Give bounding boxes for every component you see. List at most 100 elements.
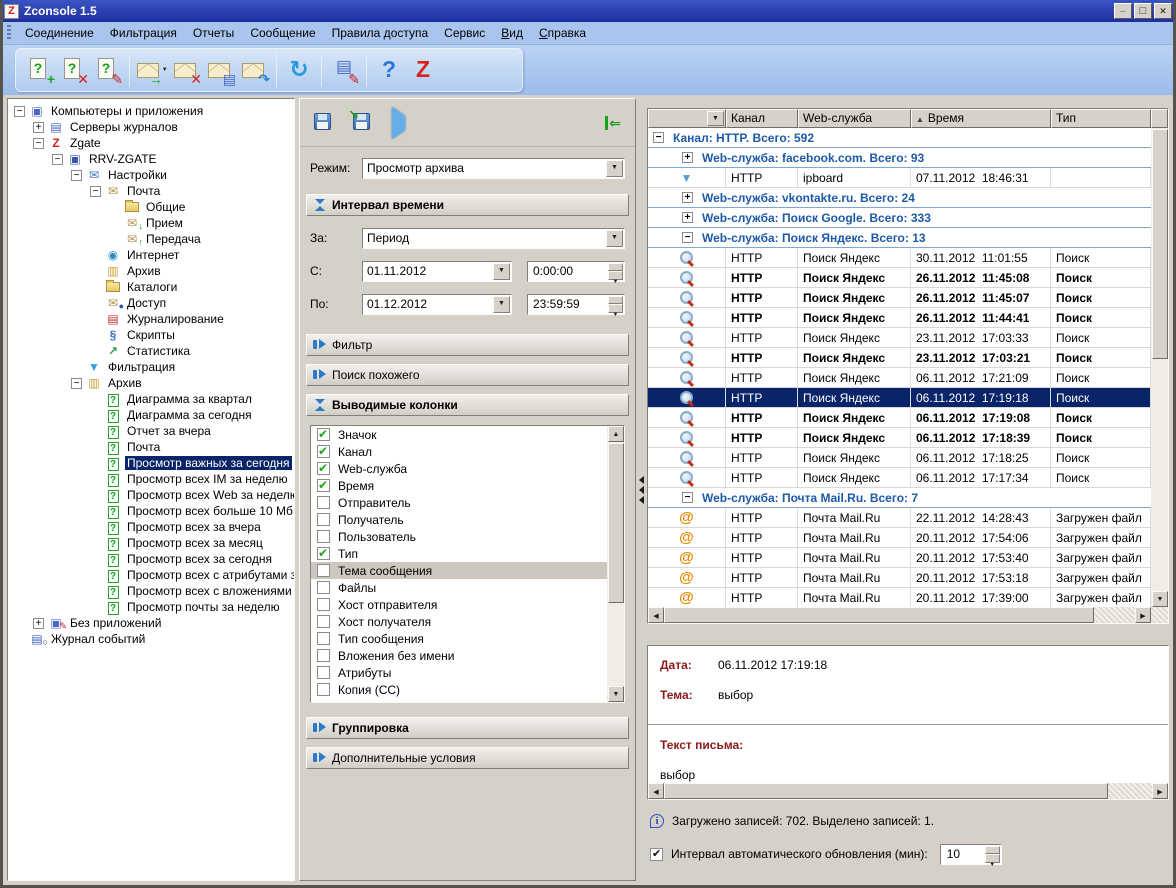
menu-item[interactable]: Отчеты bbox=[185, 24, 242, 42]
section-similar-search[interactable]: Поиск похожего bbox=[306, 364, 629, 386]
details-hscrollbar[interactable] bbox=[648, 783, 1168, 799]
tree-expand-icon[interactable] bbox=[52, 154, 63, 165]
column-header[interactable]: Тип bbox=[1051, 109, 1151, 128]
scroll-left-icon[interactable] bbox=[648, 783, 664, 799]
unchecked-checkbox[interactable] bbox=[317, 649, 330, 662]
column-option[interactable]: Пользователь bbox=[311, 528, 607, 545]
chevron-down-icon[interactable] bbox=[606, 160, 623, 177]
close-button[interactable] bbox=[1154, 3, 1172, 19]
result-row[interactable]: @HTTPПочта Mail.Ru20.11.2012 17:54:06Заг… bbox=[648, 528, 1151, 548]
tree-expand-icon[interactable] bbox=[33, 618, 44, 629]
tree-item[interactable]: ?Почта bbox=[8, 439, 294, 455]
chevron-down-icon[interactable] bbox=[606, 230, 623, 247]
unchecked-checkbox[interactable] bbox=[317, 513, 330, 526]
column-option[interactable]: Отправитель bbox=[311, 494, 607, 511]
result-row[interactable]: HTTPПоиск Яндекс06.11.2012 17:18:25Поиск bbox=[648, 448, 1151, 468]
tree-expand-icon[interactable] bbox=[33, 138, 44, 149]
time-spinner[interactable] bbox=[608, 296, 623, 313]
chevron-down-icon[interactable] bbox=[493, 263, 510, 280]
column-option[interactable]: Получатель bbox=[311, 511, 607, 528]
checked-checkbox[interactable] bbox=[317, 479, 330, 492]
spin-down-icon[interactable] bbox=[608, 271, 623, 280]
column-option[interactable]: Файлы bbox=[311, 579, 607, 596]
tree-item[interactable]: ?Просмотр всех с атрибутами за bbox=[8, 567, 294, 583]
tree-item[interactable]: ▣Компьютеры и приложения bbox=[8, 103, 294, 119]
grid-vscrollbar[interactable] bbox=[1151, 128, 1168, 607]
tree-item[interactable]: ↗Статистика bbox=[8, 343, 294, 359]
group-row[interactable]: Web-служба: Поиск Google. Всего: 333 bbox=[648, 208, 1151, 228]
interval-spinner[interactable] bbox=[985, 846, 1000, 863]
grid-hscrollbar[interactable] bbox=[648, 607, 1168, 623]
scroll-left-icon[interactable] bbox=[648, 607, 664, 623]
checked-checkbox[interactable] bbox=[317, 462, 330, 475]
tree-item[interactable]: §Скрипты bbox=[8, 327, 294, 343]
scroll-track[interactable] bbox=[1094, 607, 1135, 623]
result-row[interactable]: @HTTPПочта Mail.Ru20.11.2012 17:39:00Заг… bbox=[648, 588, 1151, 607]
unchecked-checkbox[interactable] bbox=[317, 581, 330, 594]
unchecked-checkbox[interactable] bbox=[317, 666, 330, 679]
delete-message-button[interactable]: ✕ bbox=[169, 53, 203, 87]
delete-query-button[interactable]: ?✕ bbox=[56, 53, 90, 87]
menu-item[interactable]: Справка bbox=[531, 24, 594, 42]
spin-up-icon[interactable] bbox=[985, 846, 1000, 855]
column-option[interactable]: Тема сообщения bbox=[311, 562, 607, 579]
tree-item[interactable]: ✉↓Прием bbox=[8, 215, 294, 231]
edit-notes-button[interactable]: ▤✎ bbox=[327, 53, 361, 87]
group-expand-icon[interactable] bbox=[653, 132, 664, 143]
to-date-field[interactable]: 01.12.2012 bbox=[362, 294, 512, 315]
section-interval[interactable]: Интервал времени bbox=[306, 194, 629, 216]
chevron-down-icon[interactable] bbox=[493, 296, 510, 313]
save-button[interactable] bbox=[314, 113, 331, 133]
column-header[interactable] bbox=[648, 109, 726, 128]
tree-expand-icon[interactable] bbox=[71, 378, 82, 389]
help-button[interactable]: ? bbox=[372, 53, 406, 87]
column-option[interactable]: Тип сообщения bbox=[311, 630, 607, 647]
tree-item[interactable]: ▥Архив bbox=[8, 375, 294, 391]
scroll-down-icon[interactable] bbox=[1152, 591, 1168, 607]
menu-item[interactable]: Соединение bbox=[17, 24, 102, 42]
result-row[interactable]: HTTPПоиск Яндекс06.11.2012 17:19:08Поиск bbox=[648, 408, 1151, 428]
result-row[interactable]: HTTPПоиск Яндекс26.11.2012 11:45:08Поиск bbox=[648, 268, 1151, 288]
unchecked-checkbox[interactable] bbox=[317, 683, 330, 696]
listbox-scrollbar[interactable] bbox=[607, 426, 624, 702]
tree-expand-icon[interactable] bbox=[71, 170, 82, 181]
unchecked-checkbox[interactable] bbox=[317, 530, 330, 543]
column-option[interactable]: Web-служба bbox=[311, 460, 607, 477]
autorefresh-interval-field[interactable]: 10 bbox=[940, 844, 1002, 865]
tree-item[interactable]: ✉Почта bbox=[8, 183, 294, 199]
group-expand-icon[interactable] bbox=[682, 192, 693, 203]
group-expand-icon[interactable] bbox=[682, 212, 693, 223]
section-extra-conditions[interactable]: Дополнительные условия bbox=[306, 747, 629, 769]
result-row[interactable]: HTTPПоиск Яндекс06.11.2012 17:17:34Поиск bbox=[648, 468, 1151, 488]
maximize-button[interactable] bbox=[1134, 3, 1152, 19]
autorefresh-checkbox[interactable] bbox=[650, 848, 663, 861]
panel-splitter[interactable] bbox=[636, 98, 646, 881]
scroll-up-icon[interactable] bbox=[608, 426, 624, 442]
result-row[interactable]: HTTPПоиск Яндекс23.11.2012 17:03:33Поиск bbox=[648, 328, 1151, 348]
unchecked-checkbox[interactable] bbox=[317, 598, 330, 611]
result-row[interactable]: HTTPПоиск Яндекс23.11.2012 17:03:21Поиск bbox=[648, 348, 1151, 368]
run-query-button[interactable] bbox=[392, 116, 405, 130]
column-option[interactable]: Атрибуты bbox=[311, 664, 607, 681]
resend-message-button[interactable]: ↷ bbox=[237, 53, 271, 87]
tree-item[interactable]: ?Диаграмма за квартал bbox=[8, 391, 294, 407]
tree-item[interactable]: ▣RRV-ZGATE bbox=[8, 151, 294, 167]
group-expand-icon[interactable] bbox=[682, 492, 693, 503]
result-row[interactable]: HTTPПоиск Яндекс06.11.2012 17:21:09Поиск bbox=[648, 368, 1151, 388]
scroll-thumb[interactable] bbox=[664, 607, 1094, 623]
column-header[interactable]: Канал bbox=[726, 109, 798, 128]
menu-item[interactable]: Сообщение bbox=[242, 24, 323, 42]
tree-item[interactable]: ?Просмотр важных за сегодня bbox=[8, 455, 294, 471]
column-header[interactable]: Web-служба bbox=[798, 109, 911, 128]
tree-item[interactable]: ZZgate bbox=[8, 135, 294, 151]
menu-item[interactable]: Правила доступа bbox=[324, 24, 437, 42]
scroll-track[interactable] bbox=[1108, 783, 1152, 799]
tree-item[interactable]: ?Просмотр всех Web за неделю bbox=[8, 487, 294, 503]
checked-checkbox[interactable] bbox=[317, 428, 330, 441]
result-row[interactable]: HTTPПоиск Яндекс26.11.2012 11:44:41Поиск bbox=[648, 308, 1151, 328]
tree-item[interactable]: ?Диаграмма за сегодня bbox=[8, 407, 294, 423]
tree-item[interactable]: Общие bbox=[8, 199, 294, 215]
tree-item[interactable]: ?Отчет за вчера bbox=[8, 423, 294, 439]
scroll-down-icon[interactable] bbox=[608, 686, 624, 702]
column-option[interactable]: Копия (CC) bbox=[311, 681, 607, 698]
